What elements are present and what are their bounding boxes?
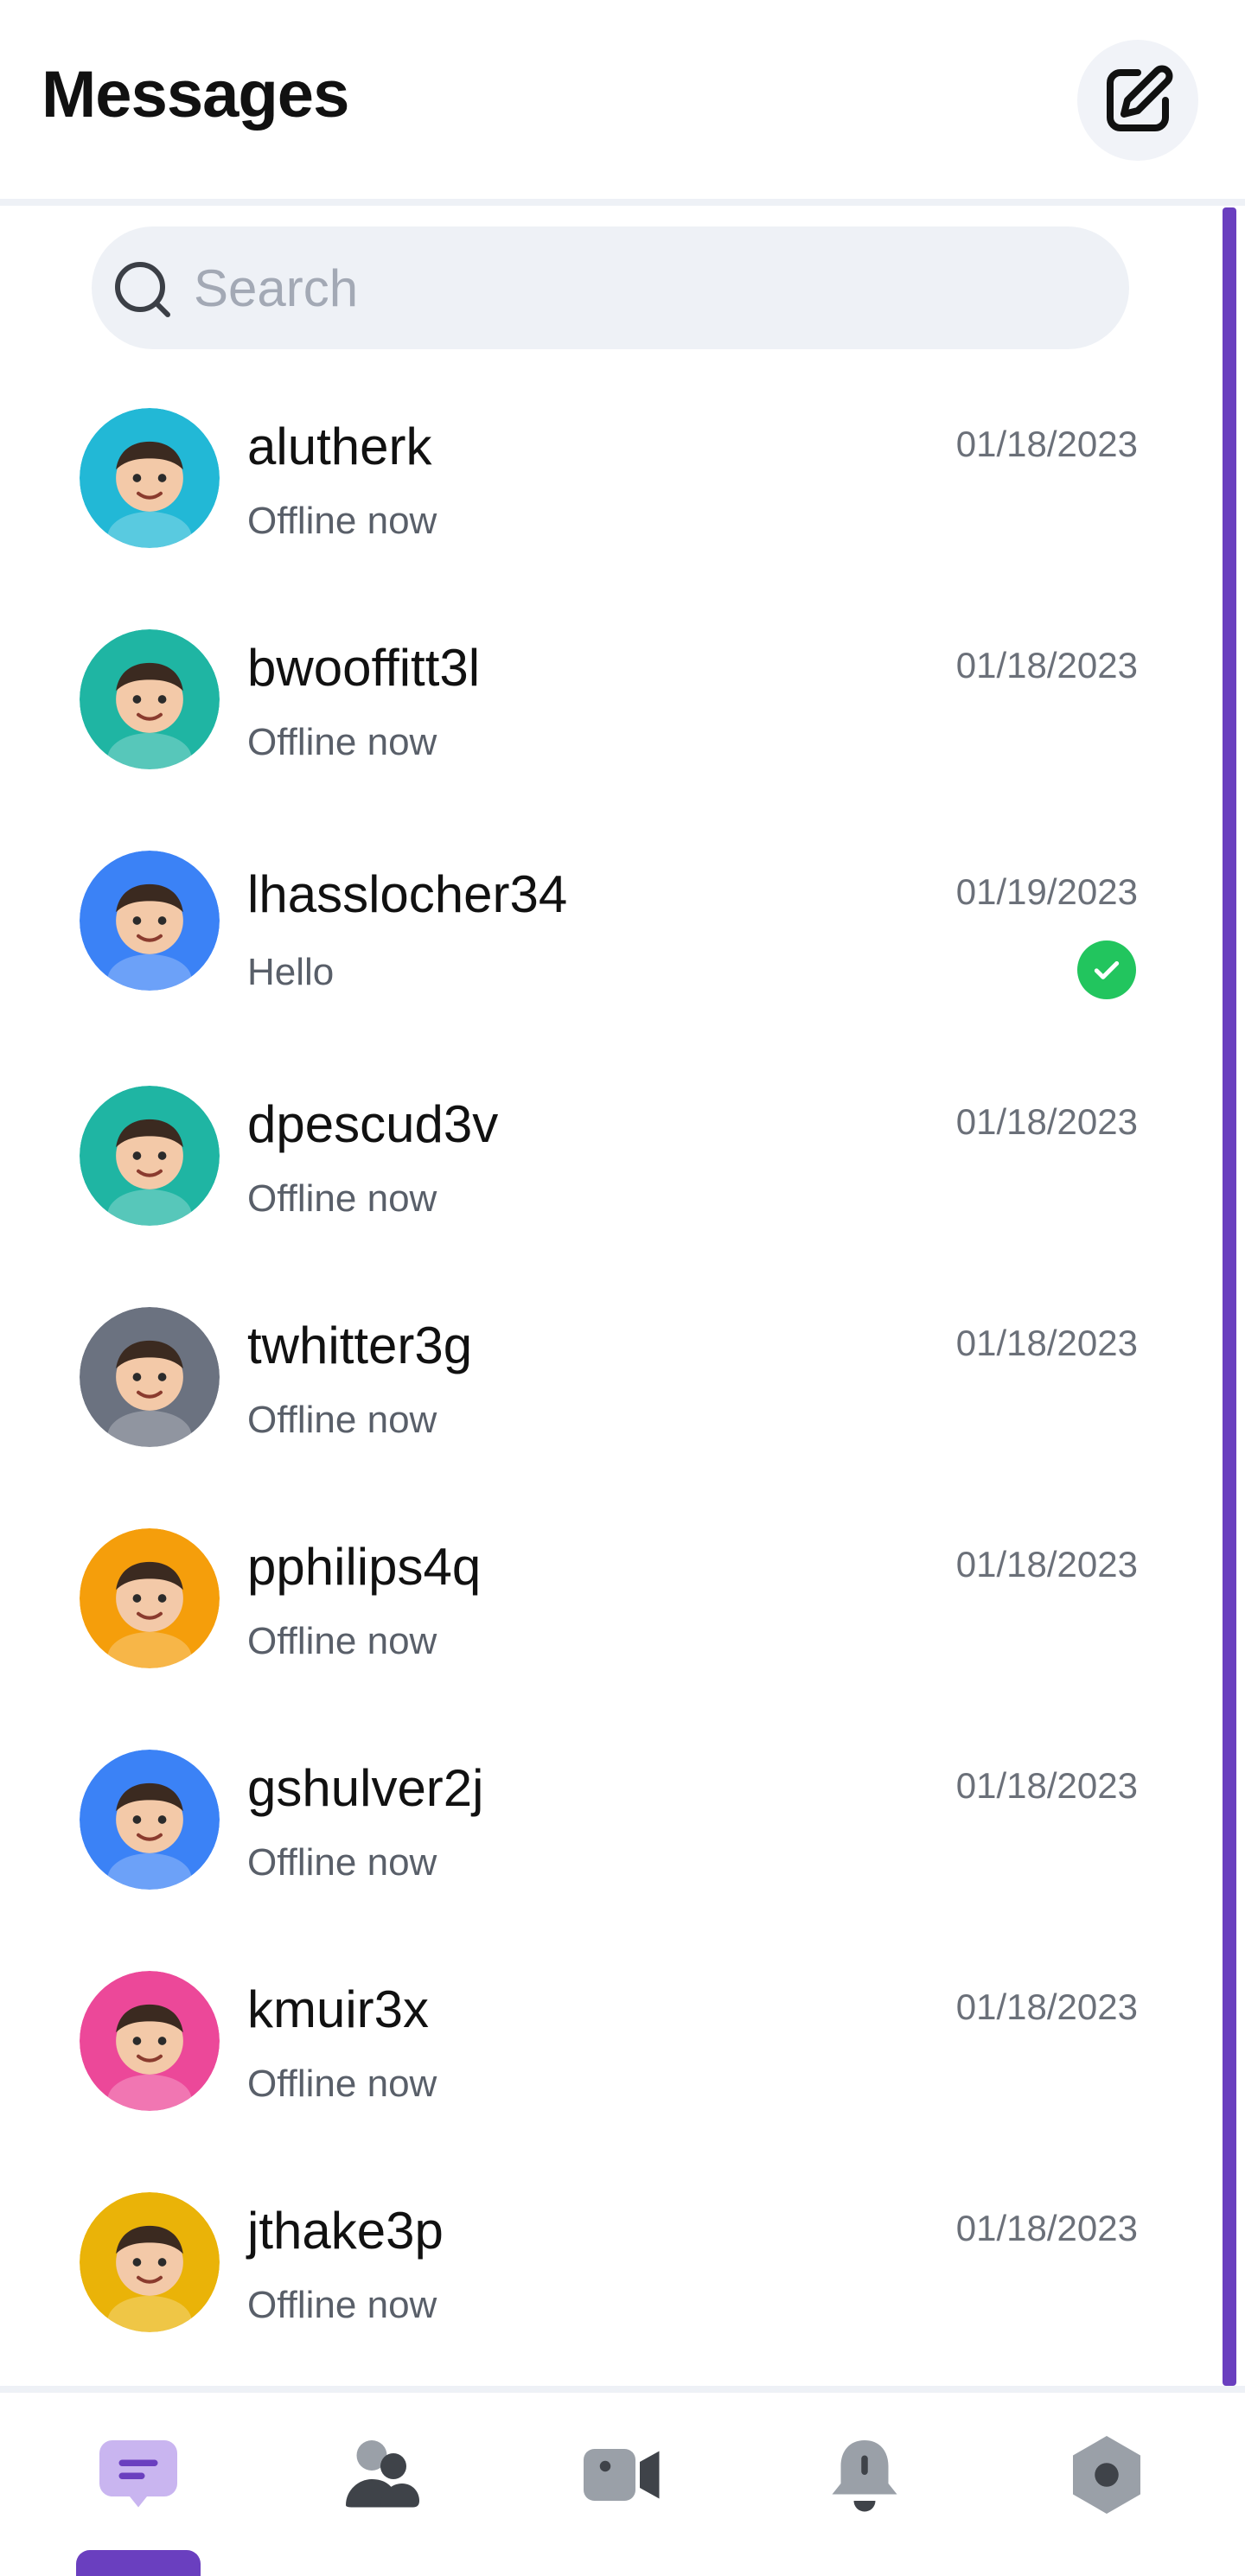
message-date: 01/18/2023 [955, 1765, 1138, 1806]
message-date: 01/19/2023 [955, 871, 1138, 912]
avatar-image [80, 1971, 220, 2111]
video-call-icon [584, 2449, 660, 2501]
contact-name: gshulver2j [247, 1759, 484, 1817]
contact-name: kmuir3x [247, 1980, 430, 2038]
avatar[interactable] [80, 1086, 220, 1226]
conversation-item[interactable]: twhitter3g Offline now 01/18/2023 [0, 1272, 1210, 1494]
presence-status: Offline now [247, 721, 437, 763]
chat-icon [99, 2440, 177, 2508]
avatar[interactable] [80, 1750, 220, 1890]
avatar[interactable] [80, 1528, 220, 1668]
message-date: 01/18/2023 [955, 1986, 1138, 2027]
conversation-item[interactable]: kmuir3x Offline now 01/18/2023 [0, 1936, 1210, 2158]
avatar-image [80, 1750, 220, 1890]
search-input[interactable] [194, 226, 1110, 349]
nav-settings[interactable] [1059, 2427, 1154, 2522]
avatar[interactable] [80, 408, 220, 548]
message-date: 01/18/2023 [955, 1323, 1138, 1363]
nav-video[interactable] [575, 2427, 670, 2522]
avatar-image [80, 851, 220, 991]
conversation-item[interactable]: alutherk Offline now 01/18/2023 [0, 373, 1210, 595]
avatar[interactable] [80, 1971, 220, 2111]
presence-status: Offline now [247, 1399, 437, 1441]
contact-name: dpescud3v [247, 1095, 499, 1153]
message-date: 01/18/2023 [955, 424, 1138, 464]
conversation-item[interactable]: lhasslocher34 Hello 01/19/2023 [0, 816, 1210, 1037]
conversation-item[interactable]: bwooffitt3l Offline now 01/18/2023 [0, 595, 1210, 816]
conversation-item[interactable]: pphilips4q Offline now 01/18/2023 [0, 1494, 1210, 1715]
message-date: 01/18/2023 [955, 1544, 1138, 1584]
avatar[interactable] [80, 1307, 220, 1447]
avatar[interactable] [80, 2192, 220, 2332]
header-divider [0, 199, 1245, 206]
avatar[interactable] [80, 851, 220, 991]
message-date: 01/18/2023 [955, 2208, 1138, 2248]
message-date: 01/18/2023 [955, 1101, 1138, 1142]
presence-status: Offline now [247, 2063, 437, 2105]
contact-name: jthake3p [247, 2202, 444, 2260]
nav-chats[interactable] [91, 2427, 186, 2522]
last-message: Hello [247, 951, 335, 993]
presence-status: Offline now [247, 2284, 437, 2326]
contact-name: twhitter3g [247, 1317, 473, 1374]
avatar-image [80, 2192, 220, 2332]
read-check-icon [1077, 940, 1136, 999]
presence-status: Offline now [247, 1177, 437, 1220]
conversation-item[interactable]: jthake3p Offline now 01/18/2023 [0, 2158, 1210, 2379]
avatar-image [80, 1086, 220, 1226]
search-bar[interactable] [92, 226, 1129, 349]
conversation-item[interactable]: dpescud3v Offline now 01/18/2023 [0, 1051, 1210, 1272]
contact-name: bwooffitt3l [247, 639, 481, 697]
contacts-icon [346, 2440, 419, 2508]
settings-icon [1073, 2436, 1140, 2514]
nav-notifications[interactable] [817, 2427, 912, 2522]
presence-status: Offline now [247, 500, 437, 542]
contact-name: lhasslocher34 [247, 865, 568, 923]
avatar-image [80, 1528, 220, 1668]
presence-status: Offline now [247, 1620, 437, 1662]
avatar-image [80, 629, 220, 769]
nav-contacts[interactable] [333, 2427, 428, 2522]
contact-name: alutherk [247, 418, 432, 475]
scrollbar[interactable] [1223, 207, 1236, 2386]
message-date: 01/18/2023 [955, 645, 1138, 685]
app-header: Messages [0, 0, 1245, 201]
conversation-item[interactable]: gshulver2j Offline now 01/18/2023 [0, 1715, 1210, 1936]
avatar-image [80, 408, 220, 548]
avatar[interactable] [80, 629, 220, 769]
presence-status: Offline now [247, 1841, 437, 1884]
search-icon [115, 262, 170, 317]
contact-name: pphilips4q [247, 1538, 482, 1596]
active-tab-indicator [76, 2550, 201, 2576]
compose-button[interactable] [1077, 40, 1198, 161]
bell-icon [832, 2440, 897, 2512]
compose-icon [1107, 65, 1173, 131]
avatar-image [80, 1307, 220, 1447]
page-title: Messages [42, 58, 349, 131]
bottom-nav [0, 2386, 1245, 2576]
